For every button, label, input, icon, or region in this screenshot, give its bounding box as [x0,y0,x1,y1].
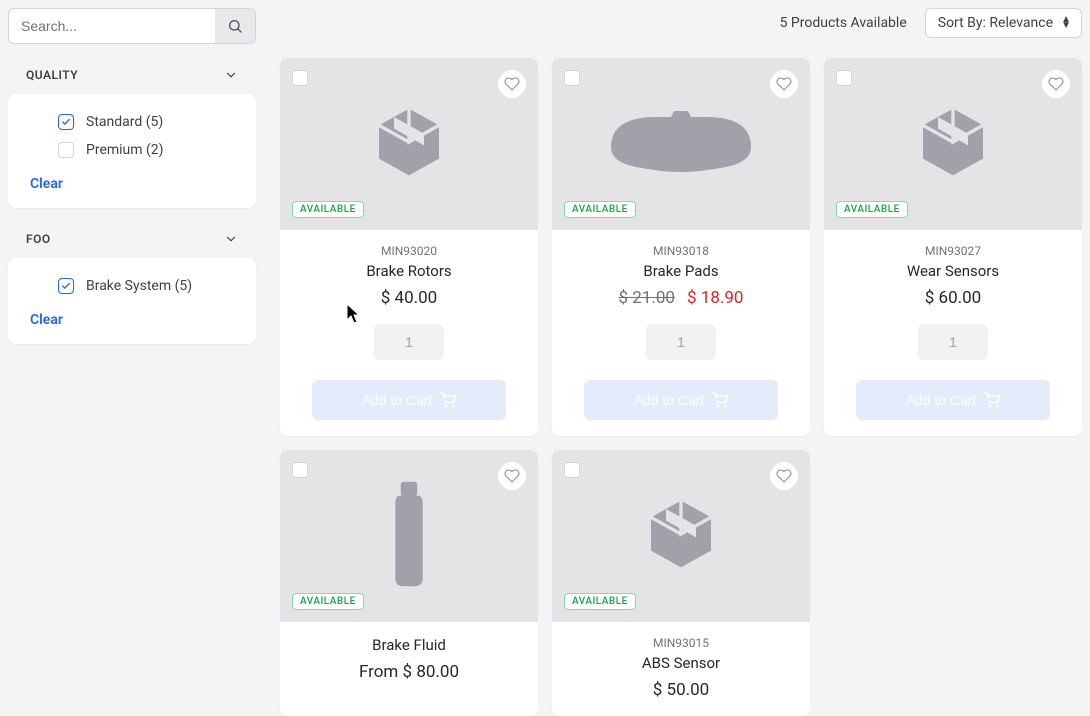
filter-option-label: Brake System (5) [86,278,192,294]
sort-value: Relevance [989,15,1053,31]
filter-option[interactable]: Brake System (5) [8,272,256,300]
product-card: AVAILABLE MIN93018 Brake Pads $ 21.00 $ 18.9… [552,58,810,436]
add-to-cart-button[interactable]: Add to Cart [312,380,506,420]
filter-panel: Brake System (5) Clear [8,258,256,344]
sort-select[interactable]: Sort By: Relevance ▲▼ [925,8,1082,38]
chevron-down-icon [224,68,238,82]
select-checkbox[interactable] [292,462,308,478]
product-card: AVAILABLE MIN93020 Brake Rotors $ 40.00 Add … [280,58,538,436]
filter-option[interactable]: Standard (5) [8,108,256,136]
product-image[interactable]: AVAILABLE [824,58,1082,230]
filter-header[interactable]: QUALITY [8,68,256,82]
quantity-input[interactable] [646,324,716,360]
product-count: 5 Products Available [780,15,907,31]
product-sku: MIN93020 [381,244,437,258]
product-thumb-icon [381,479,437,593]
add-to-cart-button[interactable]: Add to Cart [584,380,778,420]
heart-icon [504,76,520,92]
checkbox-icon [58,278,74,294]
search-input[interactable] [9,9,215,43]
availability-badge: AVAILABLE [564,593,636,610]
add-to-cart-button[interactable]: Add to Cart [856,380,1050,420]
product-image[interactable]: AVAILABLE [552,450,810,622]
sort-arrows-icon: ▲▼ [1061,17,1071,29]
filter-title: FOO [26,232,51,246]
price-original: $ 21.00 [619,288,675,308]
favorite-button[interactable] [770,462,798,490]
product-sku: MIN93018 [653,244,709,258]
product-card: AVAILABLE Brake Fluid From $ 80.00 [280,450,538,716]
favorite-button[interactable] [770,70,798,98]
checkbox-icon [58,142,74,158]
search-field[interactable] [8,8,256,44]
price: $ 40.00 [381,288,437,308]
price: $ 60.00 [925,288,981,308]
favorite-button[interactable] [498,70,526,98]
heart-icon [1048,76,1064,92]
product-thumb-icon [641,494,721,578]
product-card: AVAILABLE MIN93027 Wear Sensors $ 60.00 Add … [824,58,1082,436]
heart-icon [776,76,792,92]
filter-panel: Standard (5) Premium (2) Clear [8,94,256,208]
product-name: Wear Sensors [907,262,999,280]
filter-option-label: Standard (5) [86,114,163,130]
filter-header[interactable]: FOO [8,232,256,246]
favorite-button[interactable] [498,462,526,490]
filter-option-label: Premium (2) [86,142,164,158]
product-sku: MIN93027 [925,244,981,258]
add-to-cart-label: Add to Cart [362,392,433,408]
product-thumb-icon [606,107,756,181]
product-sku: MIN93015 [653,636,709,650]
price: From $ 80.00 [359,662,459,682]
product-thumb-icon [369,102,449,186]
clear-filter-button[interactable]: Clear [8,300,256,330]
product-card: AVAILABLE MIN93015 ABS Sensor $ 50.00 [552,450,810,716]
product-name: Brake Pads [643,262,718,280]
product-thumb-icon [913,102,993,186]
add-to-cart-label: Add to Cart [634,392,705,408]
checkbox-icon [58,114,74,130]
product-image[interactable]: AVAILABLE [280,58,538,230]
filter-title: QUALITY [26,68,78,82]
sort-prefix: Sort By: [938,15,986,31]
cart-icon [984,392,1000,408]
product-name: Brake Fluid [372,636,446,654]
favorite-button[interactable] [1042,70,1070,98]
select-checkbox[interactable] [564,462,580,478]
product-name: ABS Sensor [642,654,720,672]
select-checkbox[interactable] [836,70,852,86]
price-sale: $ 18.90 [687,288,743,308]
heart-icon [504,468,520,484]
search-icon [227,18,243,34]
price: $ 50.00 [653,680,709,700]
clear-filter-button[interactable]: Clear [8,164,256,194]
select-checkbox[interactable] [564,70,580,86]
availability-badge: AVAILABLE [836,201,908,218]
availability-badge: AVAILABLE [564,201,636,218]
quantity-input[interactable] [918,324,988,360]
chevron-down-icon [224,232,238,246]
product-image[interactable]: AVAILABLE [552,58,810,230]
availability-badge: AVAILABLE [292,201,364,218]
quantity-input[interactable] [374,324,444,360]
cart-icon [712,392,728,408]
product-name: Brake Rotors [366,262,451,280]
cart-icon [440,392,456,408]
heart-icon [776,468,792,484]
select-checkbox[interactable] [292,70,308,86]
product-image[interactable]: AVAILABLE [280,450,538,622]
availability-badge: AVAILABLE [292,593,364,610]
filter-option[interactable]: Premium (2) [8,136,256,164]
add-to-cart-label: Add to Cart [906,392,977,408]
search-button[interactable] [215,9,255,43]
